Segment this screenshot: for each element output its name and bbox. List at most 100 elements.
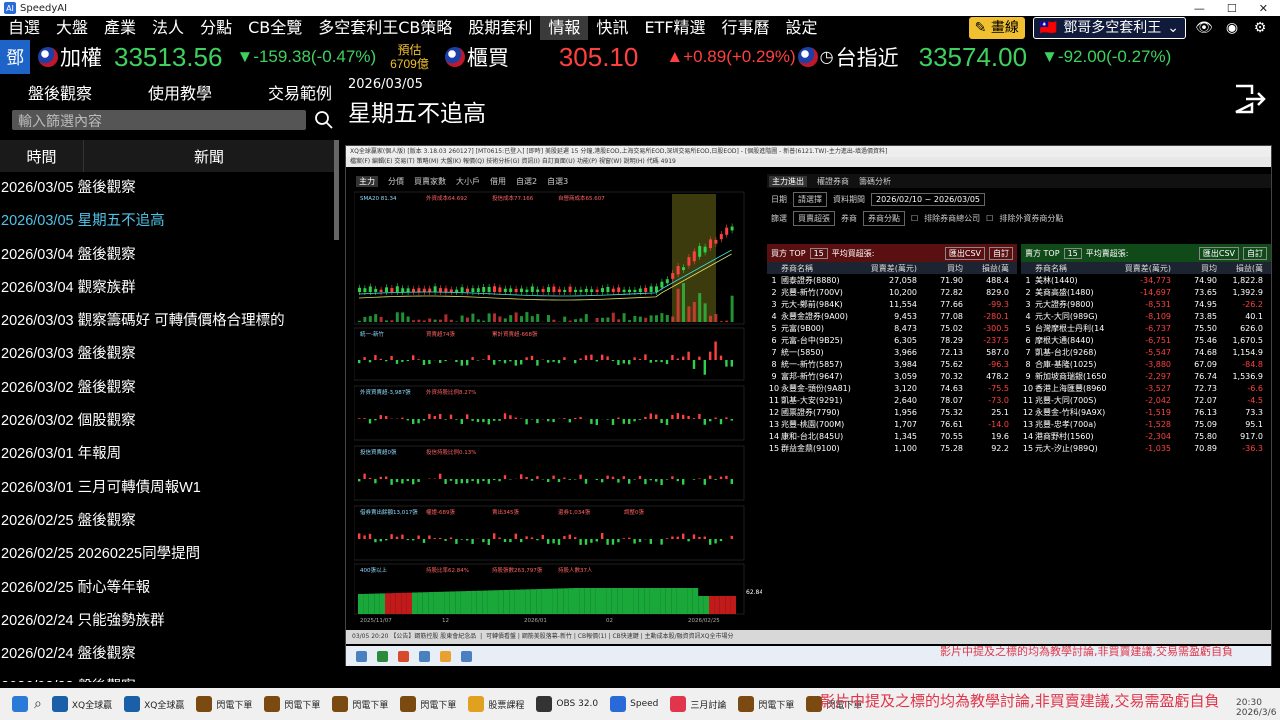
menu-item[interactable]: 分點 <box>192 16 240 40</box>
windows-start-icon[interactable] <box>12 696 28 712</box>
col-header[interactable]: 買均 <box>917 263 963 274</box>
list-item[interactable]: 2026/02/24 盤後觀察 <box>0 638 335 671</box>
col-header[interactable]: 券商名稱 <box>781 263 859 274</box>
table-row[interactable]: 9 富邦-新竹(9647) 3,059 70.32 478.2 <box>767 370 1017 382</box>
menu-item[interactable]: 情報 <box>540 16 589 40</box>
sell-top-select[interactable]: 15 <box>1063 247 1082 259</box>
menu-item[interactable]: ETF精選 <box>636 16 713 40</box>
xq-tabs[interactable]: 可轉債看盤 | 鋼筋美股落幕-新竹 | CB報價(1) | CB快速鍵 | 主動… <box>486 633 733 640</box>
list-item[interactable]: 2026/03/02 盤後觀察 <box>0 372 335 405</box>
menu-item[interactable]: CB全覽 <box>240 16 310 40</box>
taskbar-item[interactable]: 閃電下單 <box>734 690 798 718</box>
list-item[interactable]: 2026/03/05 星期五不追高 <box>0 205 335 238</box>
list-item[interactable]: 2026/02/25 20260225同學提問 <box>0 538 335 571</box>
search-icon[interactable] <box>314 110 334 130</box>
table-row[interactable]: 7 統一(5850) 3,966 72.13 587.0 <box>767 346 1017 358</box>
list-item[interactable]: 2026/03/03 觀察籌碼好 可轉債價格合理標的 <box>0 305 335 338</box>
list-item[interactable]: 2026/02/23 盤後觀察 <box>0 671 335 682</box>
col-header[interactable]: 買均 <box>1171 263 1217 274</box>
table-row[interactable]: 10 香港上海匯豐(8960 -3,527 72.73 -6.6 <box>1021 382 1271 394</box>
table-row[interactable]: 2 美商高盛(1480) -14,697 73.65 1,392.9 <box>1021 286 1271 298</box>
menu-item[interactable]: 大盤 <box>48 16 96 40</box>
list-item[interactable]: 2026/03/01 年報周 <box>0 438 335 471</box>
table-row[interactable]: 8 統一-新竹(5857) 3,984 75.62 -96.3 <box>767 358 1017 370</box>
table-row[interactable]: 11 凱基-大安(9291) 2,640 78.07 -73.0 <box>767 394 1017 406</box>
table-row[interactable]: 11 兆豐-大同(700S) -2,042 72.07 -4.5 <box>1021 394 1271 406</box>
table-row[interactable]: 6 元富-台中(9B25) 6,305 78.29 -237.5 <box>767 334 1017 346</box>
col-header[interactable]: 損益(萬 <box>1217 263 1263 274</box>
col-header[interactable]: 買賣差(萬元) <box>859 263 917 274</box>
broker-tab[interactable]: 權證券商 <box>817 176 849 187</box>
sell-custom-button[interactable]: 自訂 <box>1243 246 1267 260</box>
chart-tab[interactable]: 分價 <box>388 176 404 187</box>
col-news[interactable]: 新聞 <box>84 140 334 172</box>
list-item[interactable]: 2026/03/05 盤後觀察 <box>0 172 335 205</box>
list-item[interactable]: 2026/03/02 個股觀察 <box>0 405 335 438</box>
taskbar-item[interactable]: 三月討論 <box>666 690 730 718</box>
table-row[interactable]: 4 永豐金證券(9A00) 9,453 77.08 -280.1 <box>767 310 1017 322</box>
list-item[interactable]: 2026/03/03 盤後觀察 <box>0 338 335 371</box>
table-row[interactable]: 13 兆豐-忠孝(700a) -1,528 75.09 95.1 <box>1021 418 1271 430</box>
menu-item[interactable]: 快訊 <box>588 16 636 40</box>
sell-csv-button[interactable]: 匯出CSV <box>1198 246 1239 260</box>
filter-select[interactable]: 買賣超張 <box>793 211 835 226</box>
menu-item[interactable]: 多空套利王CB策略 <box>310 16 460 40</box>
table-row[interactable]: 5 台灣摩根士丹利(14 -6,737 75.50 626.0 <box>1021 322 1271 334</box>
broker-tab[interactable]: 主力進出 <box>769 175 807 187</box>
menu-item[interactable]: 法人 <box>144 16 192 40</box>
chart-tab[interactable]: 自選3 <box>547 176 568 187</box>
checkbox[interactable]: ☐ <box>986 214 993 223</box>
taskbar-item[interactable]: 閃電下單 <box>396 690 460 718</box>
list-item[interactable]: 2026/03/04 盤後觀察 <box>0 239 335 272</box>
taskbar-item[interactable]: 股票課程 <box>464 690 528 718</box>
table-row[interactable]: 14 港商野村(1560) -2,304 75.80 917.0 <box>1021 430 1271 442</box>
draw-line-button[interactable]: ✎ 畫線 <box>968 17 1025 39</box>
buy-csv-button[interactable]: 匯出CSV <box>944 246 985 260</box>
tab-after-market[interactable]: 盤後觀察 <box>28 80 92 104</box>
table-row[interactable]: 9 新加坡商瑞銀(1650 -2,297 76.74 1,536.9 <box>1021 370 1271 382</box>
table-row[interactable]: 7 凱基-台北(9268) -5,547 74.68 1,154.9 <box>1021 346 1271 358</box>
chart-tab[interactable]: 大小戶 <box>456 176 480 187</box>
close-icon[interactable]: ✕ <box>1259 2 1268 15</box>
menu-item[interactable]: 股期套利 <box>460 16 540 40</box>
buy-custom-button[interactable]: 自訂 <box>989 246 1013 260</box>
gear-icon[interactable]: ⚙ <box>1250 18 1270 38</box>
maximize-icon[interactable]: ☐ <box>1227 2 1237 15</box>
tab-examples[interactable]: 交易範例 <box>268 80 332 104</box>
table-row[interactable]: 1 國泰證券(8880) 27,058 71.90 488.4 <box>767 274 1017 286</box>
col-time[interactable]: 時間 <box>0 140 84 172</box>
taskbar-item[interactable]: 閃電下單 <box>192 690 256 718</box>
scrollbar[interactable] <box>334 140 339 240</box>
visibility-icon[interactable]: ◉ <box>1222 18 1242 38</box>
buy-top-select[interactable]: 15 <box>809 247 828 259</box>
table-row[interactable]: 4 元大-大同(989G) -8,109 73.85 40.1 <box>1021 310 1271 322</box>
table-row[interactable]: 14 康和-台北(845U) 1,345 70.55 19.6 <box>767 430 1017 442</box>
table-row[interactable]: 15 群益金鼎(9100) 1,100 75.28 92.2 <box>767 442 1017 454</box>
chart-tab[interactable]: 買賣家數 <box>414 176 446 187</box>
taskbar-item[interactable]: 閃電下單 <box>260 690 324 718</box>
search-icon[interactable]: ⌕ <box>34 696 42 712</box>
chart-tab[interactable]: 主力 <box>356 175 378 187</box>
menu-item[interactable]: 產業 <box>96 16 144 40</box>
broker-tab[interactable]: 籌碼分析 <box>859 176 891 187</box>
checkbox[interactable]: ☐ <box>911 214 918 223</box>
list-item[interactable]: 2026/03/01 三月可轉債周報W1 <box>0 472 335 505</box>
account-select[interactable]: 🇹🇼 鄧哥多空套利王 ⌄ <box>1032 17 1186 39</box>
list-item[interactable]: 2026/02/25 盤後觀察 <box>0 505 335 538</box>
table-row[interactable]: 10 永豐金-頭份(9A81) 3,120 74.63 -75.5 <box>767 382 1017 394</box>
period-input[interactable]: 2026/02/10 ~ 2026/03/05 <box>871 193 986 206</box>
list-item[interactable]: 2026/02/24 只能強勢族群 <box>0 605 335 638</box>
table-row[interactable]: 1 美林(1440) -34,773 74.90 1,822.8 <box>1021 274 1271 286</box>
table-row[interactable]: 15 元大-汐止(989Q) -1,035 70.89 -36.3 <box>1021 442 1271 454</box>
table-row[interactable]: 12 永豐金-竹科(9A9X) -1,519 76.13 73.3 <box>1021 406 1271 418</box>
search-input[interactable]: 輸入篩選內容 <box>12 110 306 130</box>
table-row[interactable]: 2 兆豐-新竹(700V) 10,200 72.82 829.0 <box>767 286 1017 298</box>
col-header[interactable]: 買賣差(萬元) <box>1113 263 1171 274</box>
avatar[interactable]: 鄧 <box>0 40 30 74</box>
taskbar-item[interactable]: 閃電下單 <box>328 690 392 718</box>
taskbar-item[interactable]: Speed <box>606 690 662 718</box>
table-row[interactable]: 5 元富(9B00) 8,473 75.02 -300.5 <box>767 322 1017 334</box>
table-row[interactable]: 8 合庫-基隆(1025) -3,880 67.09 -84.8 <box>1021 358 1271 370</box>
eye-icon[interactable]: 👁 <box>1194 18 1214 38</box>
list-item[interactable]: 2026/03/04 觀察族群 <box>0 272 335 305</box>
